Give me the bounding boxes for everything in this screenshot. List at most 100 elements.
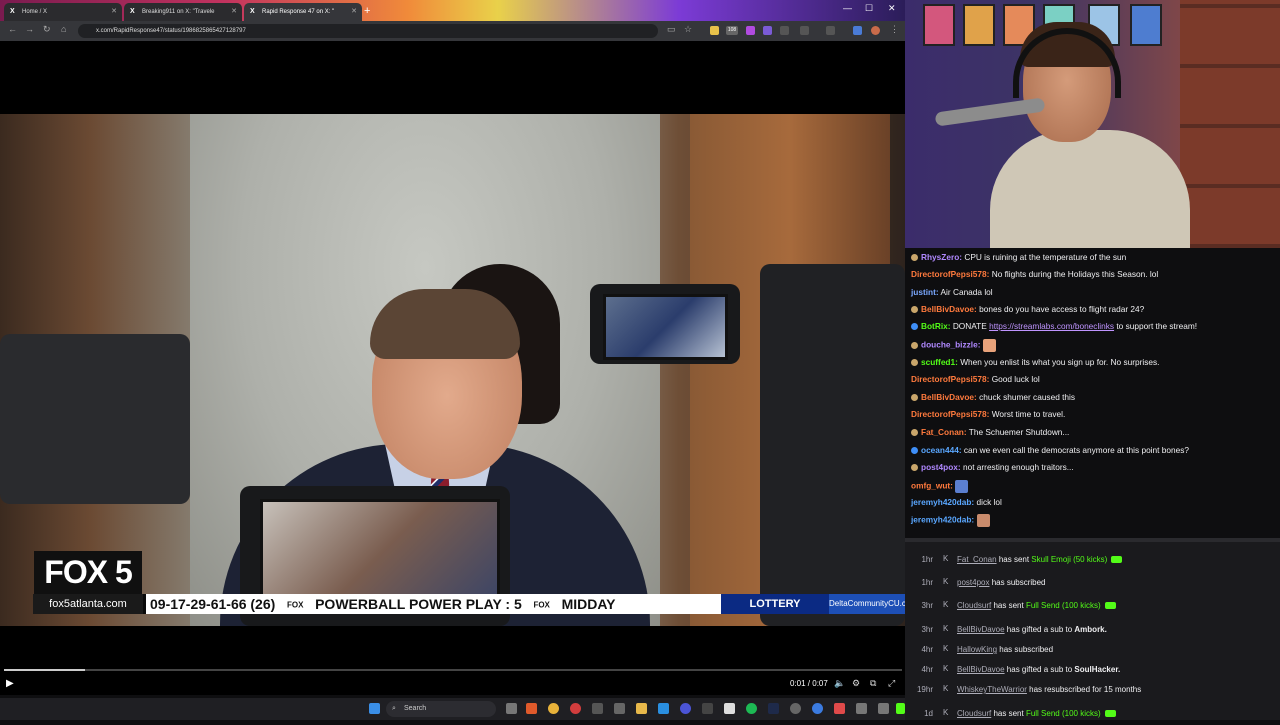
chrome-icon[interactable] <box>548 703 559 714</box>
chat-username[interactable]: jeremyh420dab: <box>911 497 974 507</box>
chat-username[interactable]: DirectorofPepsi578: <box>911 269 989 279</box>
app-icon[interactable] <box>812 703 823 714</box>
close-icon[interactable]: ✕ <box>231 3 237 21</box>
app-icon[interactable] <box>702 703 713 714</box>
event-username[interactable]: BellBivDavoe <box>957 625 1005 634</box>
event-item: Full Send (100 kicks) <box>1025 709 1101 718</box>
back-icon[interactable]: ← <box>8 24 17 34</box>
taskbar-search[interactable]: ⌕ Search <box>386 701 496 717</box>
cast-icon[interactable]: ▭ <box>667 24 676 35</box>
speaker-hair <box>370 289 520 359</box>
chat-username[interactable]: BellBivDavoe: <box>921 304 977 314</box>
extension-badge-icon[interactable]: 108 <box>726 26 738 35</box>
event-username[interactable]: Cloudsurf <box>957 601 991 610</box>
chat-message: ocean444: can we even call the democrats… <box>911 445 1189 455</box>
close-icon[interactable]: ✕ <box>351 3 357 21</box>
app-icon[interactable] <box>856 703 867 714</box>
chat-username[interactable]: BotRix: <box>921 321 951 331</box>
app-icon[interactable] <box>570 703 581 714</box>
event-username[interactable]: BellBivDavoe <box>957 665 1005 674</box>
bookmark-star-icon[interactable]: ☆ <box>684 24 692 35</box>
ticker-midday: MIDDAY <box>561 596 616 612</box>
x-logo-icon: X <box>10 8 15 15</box>
extension-icon[interactable] <box>763 26 772 35</box>
chat-username[interactable]: DirectorofPepsi578: <box>911 409 989 419</box>
chat-message: DirectorofPepsi578: Good luck lol <box>911 374 1040 384</box>
address-bar[interactable]: x.com/RapidResponse47/status/19868258654… <box>78 24 658 38</box>
forward-icon[interactable]: → <box>25 24 34 34</box>
tab-breaking911[interactable]: X Breaking911 on X: "Travele ✕ <box>124 3 242 21</box>
cat-emote-icon <box>955 480 969 493</box>
video-progress-bar[interactable] <box>4 669 902 671</box>
chat-username[interactable]: scuffed1: <box>921 357 958 367</box>
event-username[interactable]: WhiskeyTheWarrior <box>957 685 1027 694</box>
chat-username[interactable]: jeremyh420dab: <box>911 515 974 525</box>
new-tab-button[interactable]: + <box>364 3 370 19</box>
event-username[interactable]: post4pox <box>957 578 989 587</box>
app-icon[interactable] <box>768 703 779 714</box>
extension-icon[interactable] <box>746 26 755 35</box>
chat-username[interactable]: douche_bizzle: <box>921 340 980 350</box>
home-icon[interactable]: ⌂ <box>61 24 66 34</box>
chat-username[interactable]: ocean444: <box>921 445 962 455</box>
minimize-button[interactable]: — <box>843 3 852 13</box>
app-icon[interactable] <box>592 703 603 714</box>
tab-home[interactable]: X Home / X ✕ <box>4 3 122 21</box>
chat-message: justint: Air Canada lol <box>911 287 993 297</box>
app-icon[interactable] <box>680 703 691 714</box>
chat-text: bones do you have access to flight radar… <box>979 304 1145 314</box>
puzzle-icon[interactable] <box>800 26 809 35</box>
event-username[interactable]: HallowKing <box>957 645 997 654</box>
chat-username[interactable]: DirectorofPepsi578: <box>911 374 989 384</box>
spotify-icon[interactable] <box>746 703 757 714</box>
video-frame[interactable] <box>0 114 905 626</box>
windows-start-icon[interactable] <box>369 703 380 714</box>
menu-icon[interactable]: ⋮ <box>890 24 899 35</box>
app-icon[interactable] <box>724 703 735 714</box>
app-icon[interactable] <box>896 703 905 714</box>
donate-link[interactable]: https://streamlabs.com/boneclinks <box>989 321 1114 331</box>
app-icon[interactable] <box>526 703 537 714</box>
chat-username[interactable]: post4pox: <box>921 462 961 472</box>
app-icon[interactable] <box>834 703 845 714</box>
extension-icon[interactable] <box>780 26 789 35</box>
close-icon[interactable]: ✕ <box>111 3 117 21</box>
chat-username[interactable]: BellBivDavoe: <box>921 392 977 402</box>
maximize-button[interactable]: ☐ <box>865 3 873 14</box>
settings-gear-icon[interactable]: ⚙ <box>852 678 860 689</box>
chat-username[interactable]: omfg_wut: <box>911 481 953 491</box>
chat-username[interactable]: justint: <box>911 287 939 297</box>
extension-badge-count: 108 <box>727 27 737 33</box>
avatar[interactable] <box>871 26 880 35</box>
app-icon[interactable] <box>878 703 889 714</box>
windows-taskbar: ⌕ Search <box>0 698 905 720</box>
reload-icon[interactable]: ↻ <box>43 24 51 35</box>
chat-message: BotRix: DONATE https://streamlabs.com/bo… <box>911 321 1197 331</box>
fullscreen-icon[interactable]: ⤢ <box>888 678 895 689</box>
money-icon <box>1104 602 1116 610</box>
event-username[interactable]: Fat_Conan <box>957 555 997 564</box>
chat-username[interactable]: Fat_Conan: <box>921 427 967 437</box>
money-icon <box>1104 710 1116 718</box>
volume-icon[interactable]: 🔈 <box>834 678 845 689</box>
activity-event: 19hr K WhiskeyTheWarrior has resubscribed … <box>905 678 1280 701</box>
play-icon[interactable]: ▶ <box>6 678 14 689</box>
event-username[interactable]: Cloudsurf <box>957 709 991 718</box>
close-window-button[interactable]: ✕ <box>888 3 896 14</box>
chat-text: When you enlist its what you sign up for… <box>960 357 1160 367</box>
chat-username[interactable]: RhysZero: <box>921 252 962 262</box>
app-icon[interactable] <box>614 703 625 714</box>
extension-icon[interactable] <box>853 26 862 35</box>
event-time: 3hr <box>921 625 933 634</box>
pip-icon[interactable]: ⧉ <box>870 678 876 689</box>
task-view-icon[interactable] <box>506 703 517 714</box>
tab-rapid-response[interactable]: X Rapid Response 47 on X: " ✕ <box>244 3 362 21</box>
file-explorer-icon[interactable] <box>636 703 647 714</box>
sidebar-icon[interactable] <box>826 26 835 35</box>
app-icon[interactable] <box>658 703 669 714</box>
event-item: Full Send (100 kicks) <box>1025 601 1101 610</box>
extension-icon[interactable] <box>710 26 719 35</box>
event-text: Cloudsurf has sent Full Send (100 kicks) <box>957 601 1116 610</box>
user-badge-icon <box>911 359 918 367</box>
app-icon[interactable] <box>790 703 801 714</box>
